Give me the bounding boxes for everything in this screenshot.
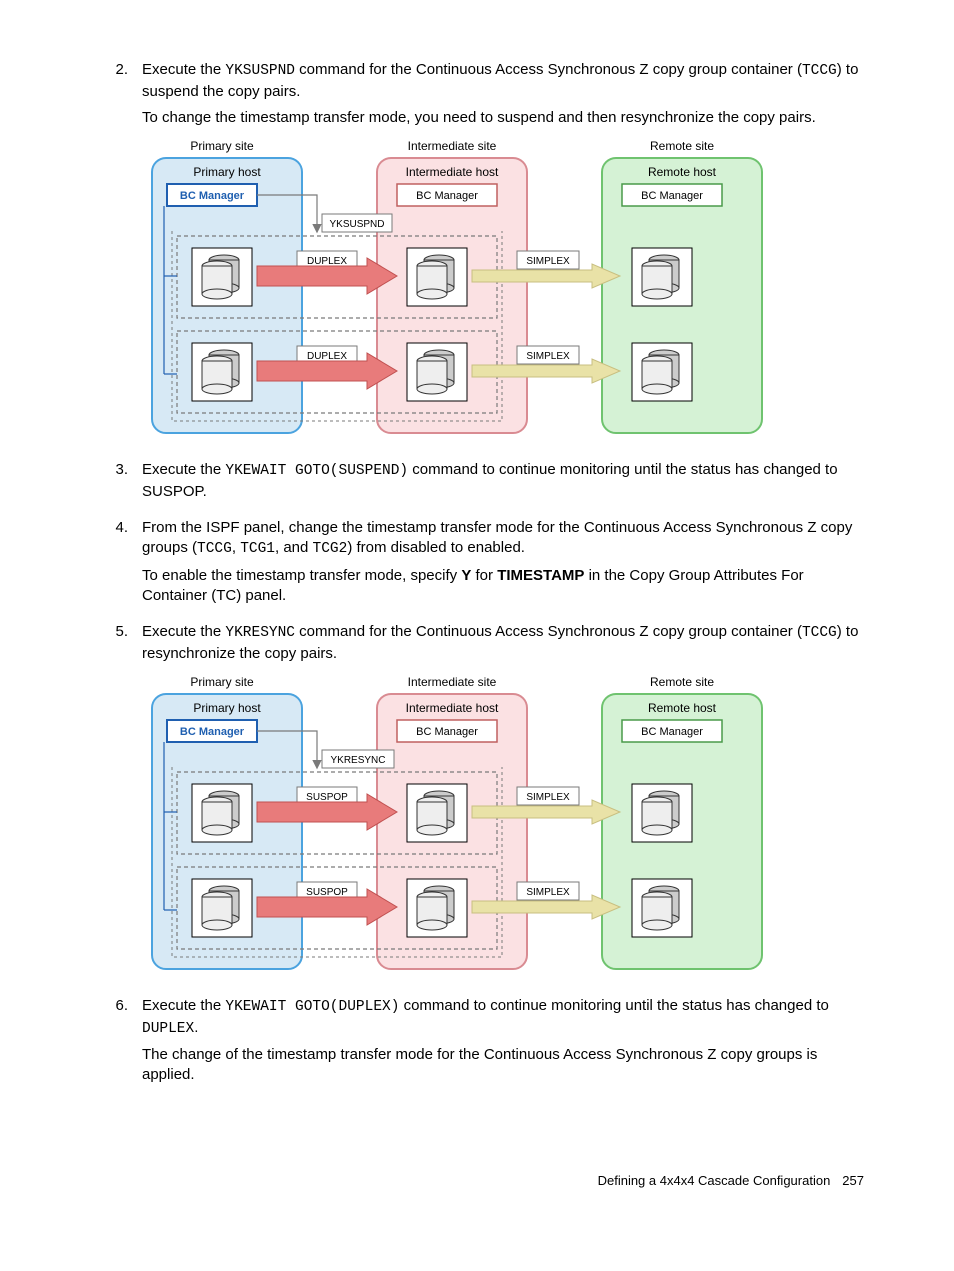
literal-timestamp: TIMESTAMP <box>497 567 584 584</box>
page-footer: Defining a 4x4x4 Cascade Configuration 25… <box>90 1172 864 1190</box>
d2-r2-state23: SIMPLEX <box>526 887 570 898</box>
step-body: From the ISPF panel, change the timestam… <box>142 518 864 612</box>
step-body: Execute the YKRESYNC command for the Con… <box>142 622 864 986</box>
d1-primary-host: Primary host <box>193 165 261 179</box>
d1-r1-cyl-r <box>642 255 679 299</box>
d2-cmd-label: YKRESYNC <box>330 755 385 766</box>
code-tccg: TCCG <box>802 625 837 641</box>
footer-title: Defining a 4x4x4 Cascade Configuration <box>598 1173 831 1188</box>
d2-interm-host: Intermediate host <box>406 701 499 715</box>
d2-r2-state12: SUSPOP <box>306 887 348 898</box>
d1-intermediate-site: Intermediate site <box>408 139 497 153</box>
step6-line1: Execute the YKEWAIT GOTO(DUPLEX) command… <box>142 996 864 1039</box>
d1-r1-state12: DUPLEX <box>307 256 347 267</box>
d1-primary-bc-label: BC Manager <box>180 190 245 202</box>
d2-remote-bc-label: BC Manager <box>641 726 703 738</box>
step-number: 2. <box>90 60 142 450</box>
step6-line2: The change of the timestamp transfer mod… <box>142 1045 864 1086</box>
step-number: 5. <box>90 622 142 986</box>
step-number: 3. <box>90 460 142 508</box>
footer-page: 257 <box>842 1173 864 1188</box>
step-number: 4. <box>90 518 142 612</box>
step3-line1: Execute the YKEWAIT GOTO(SUSPEND) comman… <box>142 460 864 502</box>
step-4: 4. From the ISPF panel, change the times… <box>90 518 864 612</box>
d1-cmd-label: YKSUSPND <box>329 219 384 230</box>
diagram-ykresync: Primary site Intermediate site Remote si… <box>142 672 864 972</box>
d2-primary-site: Primary site <box>190 675 254 689</box>
step-3: 3. Execute the YKEWAIT GOTO(SUSPEND) com… <box>90 460 864 508</box>
d2-primary-bc-label: BC Manager <box>180 726 245 738</box>
code-ykresync: YKRESYNC <box>225 625 295 641</box>
d2-r1-state23: SIMPLEX <box>526 792 570 803</box>
step2-line2: To change the timestamp transfer mode, y… <box>142 108 864 128</box>
d1-interm-host: Intermediate host <box>406 165 499 179</box>
code-tcg2: TCG2 <box>313 541 348 557</box>
d2-interm-bc-label: BC Manager <box>416 726 478 738</box>
d1-remote-site: Remote site <box>650 139 714 153</box>
step-number: 6. <box>90 996 142 1092</box>
code-tcg1: TCG1 <box>240 541 275 557</box>
step-6: 6. Execute the YKEWAIT GOTO(DUPLEX) comm… <box>90 996 864 1092</box>
d1-r2-state12: DUPLEX <box>307 351 347 362</box>
d2-remote-site: Remote site <box>650 675 714 689</box>
code-yksuspnd: YKSUSPND <box>225 63 295 79</box>
code-tccg: TCCG <box>802 63 837 79</box>
d1-remote-host: Remote host <box>648 165 717 179</box>
d1-r1-cyl-i <box>417 255 454 299</box>
step-body: Execute the YKEWAIT GOTO(SUSPEND) comman… <box>142 460 864 508</box>
d1-primary-site: Primary site <box>190 139 254 153</box>
d2-intermediate-site: Intermediate site <box>408 675 497 689</box>
step4-line2: To enable the timestamp transfer mode, s… <box>142 566 864 607</box>
code-tccg: TCCG <box>197 541 232 557</box>
step5-line1: Execute the YKRESYNC command for the Con… <box>142 622 864 664</box>
d2-r1-state12: SUSPOP <box>306 792 348 803</box>
step-5: 5. Execute the YKRESYNC command for the … <box>90 622 864 986</box>
code-duplex: DUPLEX <box>142 1021 194 1037</box>
d2-primary-host: Primary host <box>193 701 261 715</box>
step-body: Execute the YKEWAIT GOTO(DUPLEX) command… <box>142 996 864 1092</box>
d2-remote-host: Remote host <box>648 701 717 715</box>
d1-remote-bc-label: BC Manager <box>641 190 703 202</box>
d1-interm-bc-label: BC Manager <box>416 190 478 202</box>
d1-r1-cyl-p <box>202 255 239 299</box>
step4-line1: From the ISPF panel, change the timestam… <box>142 518 864 560</box>
step2-line1: Execute the YKSUSPND command for the Con… <box>142 60 864 102</box>
step-body: Execute the YKSUSPND command for the Con… <box>142 60 864 450</box>
step-2: 2. Execute the YKSUSPND command for the … <box>90 60 864 450</box>
d1-r2-state23: SIMPLEX <box>526 351 570 362</box>
code-ykewait-suspend: YKEWAIT GOTO(SUSPEND) <box>225 463 408 479</box>
code-ykewait-duplex: YKEWAIT GOTO(DUPLEX) <box>225 999 399 1015</box>
literal-Y: Y <box>461 567 471 584</box>
diagram-yksuspnd: Primary site Intermediate site Remote si… <box>142 136 864 436</box>
d1-r1-state23: SIMPLEX <box>526 256 570 267</box>
